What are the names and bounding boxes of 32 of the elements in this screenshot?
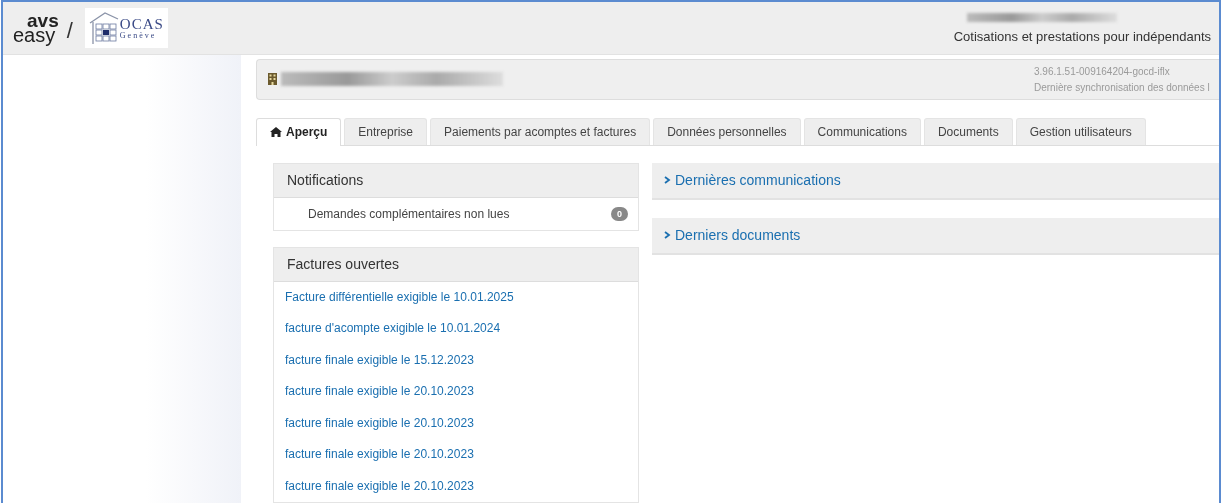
collapsible-panel-header[interactable]: Dernières communications	[652, 162, 1219, 200]
chevron-right-icon	[663, 231, 671, 239]
notification-row[interactable]: Demandes complémentaires non lues 0	[274, 197, 638, 230]
sync-text: Dernière synchronisation des données l	[1034, 81, 1211, 93]
tab[interactable]: Communications	[803, 117, 921, 145]
app-subtitle: Cotisations et prestations pour indépendants	[953, 28, 1211, 44]
invoice-link[interactable]: facture finale exigible le 15.12.2023	[274, 344, 638, 376]
ocas-logo: OCAS Genève	[84, 8, 168, 48]
invoice-link[interactable]: facture finale exigible le 20.10.2023	[274, 470, 638, 502]
building-icon	[268, 73, 277, 86]
tab[interactable]: Paiements par acomptes et factures	[430, 117, 651, 145]
invoice-link[interactable]: Facture différentielle exigible le 10.01.2025	[274, 281, 638, 313]
chevron-right-icon	[663, 176, 671, 184]
invoice-link[interactable]: facture finale exigible le 20.10.2023	[274, 376, 638, 408]
avs-logo-text: avs	[26, 13, 59, 28]
tab[interactable]: Données personnelles	[653, 117, 801, 145]
panel-title: Notifications	[274, 163, 638, 198]
collapsible-panel-header[interactable]: Derniers documents	[652, 217, 1219, 255]
version-text: 3.96.1.51-009164204-gocd-iflx	[1034, 65, 1171, 77]
notification-label: Demandes complémentaires non lues	[308, 206, 510, 221]
count-badge: 0	[611, 206, 628, 221]
tab[interactable]: Entreprise	[344, 117, 428, 145]
house-grid-icon	[88, 11, 119, 45]
tab[interactable]: Aperçu	[256, 117, 342, 146]
invoice-link[interactable]: facture d'acompte exigible le 10.01.2024	[274, 313, 638, 345]
tab[interactable]: Documents	[923, 117, 1013, 145]
panel-title: Factures ouvertes	[274, 247, 638, 282]
separator: /	[66, 18, 73, 44]
invoice-link[interactable]: facture finale exigible le 20.10.2023	[274, 439, 638, 471]
invoice-link[interactable]: facture finale exigible le 20.10.2023	[274, 407, 638, 439]
tab[interactable]: Gestion utilisateurs	[1015, 117, 1146, 145]
home-icon	[270, 127, 282, 137]
